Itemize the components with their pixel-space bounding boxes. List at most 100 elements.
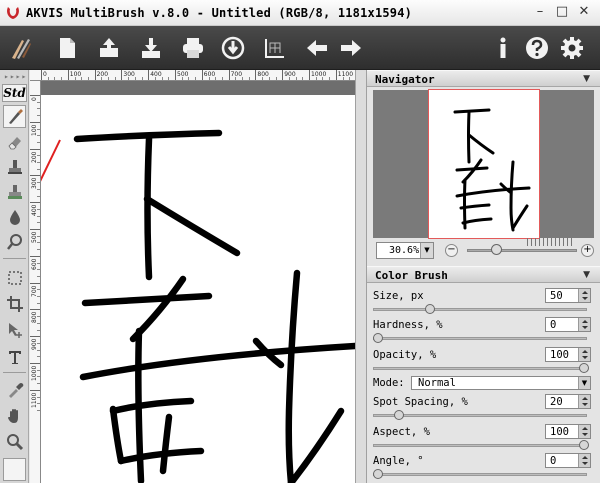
mode-value: Normal xyxy=(418,377,456,389)
angle-slider-thumb[interactable] xyxy=(373,469,383,479)
panel-splitter[interactable] xyxy=(355,70,367,483)
info-icon[interactable] xyxy=(488,33,518,63)
color-brush-header[interactable]: Color Brush ▼ xyxy=(367,266,600,283)
spinner-icon[interactable] xyxy=(578,395,590,408)
share-icon[interactable] xyxy=(218,33,248,63)
mode-select[interactable]: Normal ▼ xyxy=(411,376,591,390)
navigator-header[interactable]: Navigator ▼ xyxy=(367,70,600,87)
aspect-slider[interactable] xyxy=(373,444,587,447)
size-field[interactable]: 50 xyxy=(545,288,591,303)
spinner-icon[interactable] xyxy=(578,348,590,361)
aspect-slider-thumb[interactable] xyxy=(579,440,589,450)
smudge-tool-icon[interactable] xyxy=(3,180,26,203)
ruler-tick xyxy=(30,229,40,230)
ruler-label: 800 xyxy=(257,71,269,78)
aspect-row: Aspect, % 100 xyxy=(373,424,595,452)
spot-spacing-slider[interactable] xyxy=(373,414,587,417)
aspect-field[interactable]: 100 xyxy=(545,424,591,439)
navigator-view-frame[interactable] xyxy=(428,89,540,239)
ruler-label: 1000 xyxy=(311,71,327,78)
ruler-label: 0 xyxy=(43,71,47,78)
ruler-tick xyxy=(335,70,337,80)
ruler-tick xyxy=(30,336,40,338)
undo-arrow-icon[interactable] xyxy=(302,33,332,63)
eyedropper-icon[interactable] xyxy=(3,378,26,401)
opacity-slider[interactable] xyxy=(373,367,587,370)
ruler-label: 700 xyxy=(31,285,38,297)
help-icon[interactable] xyxy=(522,33,552,63)
opacity-field[interactable]: 100 xyxy=(545,347,591,362)
canvas-size-icon[interactable] xyxy=(260,33,290,63)
mode-row: Mode: Normal ▼ xyxy=(373,376,595,392)
ruler-tick xyxy=(255,70,257,80)
size-slider[interactable] xyxy=(373,308,587,311)
spot-spacing-field[interactable]: 20 xyxy=(545,394,591,409)
aspect-label: Aspect, % xyxy=(373,426,430,438)
ruler-label: 900 xyxy=(31,338,38,351)
print-icon[interactable] xyxy=(178,33,208,63)
hardness-slider-thumb[interactable] xyxy=(373,333,383,343)
size-slider-thumb[interactable] xyxy=(424,304,435,314)
dropdown-arrow-icon[interactable]: ▼ xyxy=(578,377,590,389)
hardness-slider[interactable] xyxy=(373,337,587,340)
hand-tool-icon[interactable] xyxy=(3,404,26,427)
std-mode-button[interactable]: Std xyxy=(2,84,27,102)
new-document-icon[interactable] xyxy=(52,33,82,63)
zoom-slider[interactable] xyxy=(467,249,577,252)
blur-drop-tool-icon[interactable] xyxy=(3,205,26,228)
open-file-icon[interactable] xyxy=(94,33,124,63)
ruler-tick xyxy=(94,70,96,80)
magnifier-brush-icon[interactable] xyxy=(3,230,26,253)
angle-field[interactable]: 0 xyxy=(545,453,591,468)
eraser-tool-icon[interactable] xyxy=(3,130,26,153)
spinner-icon[interactable] xyxy=(578,454,590,467)
settings-gear-icon[interactable] xyxy=(557,33,587,63)
image-canvas[interactable] xyxy=(41,81,355,483)
brush-tool-icon[interactable] xyxy=(3,105,26,128)
spinner-icon[interactable] xyxy=(578,289,590,302)
dropdown-arrow-icon[interactable]: ▼ xyxy=(420,243,433,258)
move-tool-icon[interactable] xyxy=(3,318,26,341)
aspect-value: 100 xyxy=(550,426,569,438)
spot-spacing-slider-thumb[interactable] xyxy=(393,410,404,420)
zoom-slider-thumb[interactable] xyxy=(491,244,502,255)
selection-rect-icon[interactable] xyxy=(3,266,26,289)
hardness-field[interactable]: 0 xyxy=(545,317,591,332)
zoom-tool-icon[interactable] xyxy=(3,430,26,453)
text-tool-icon[interactable] xyxy=(3,345,26,368)
redo-arrow-icon[interactable] xyxy=(336,33,366,63)
save-file-icon[interactable] xyxy=(136,33,166,63)
spinner-icon[interactable] xyxy=(578,425,590,438)
right-panel: Navigator ▼ 30.6% ▼ − + Color Brush ▼ Si… xyxy=(367,70,600,483)
ruler-tick xyxy=(67,70,69,80)
ruler-tick xyxy=(30,363,40,364)
crop-tool-icon[interactable] xyxy=(3,292,26,315)
collapse-arrow-icon[interactable]: ▼ xyxy=(583,74,590,84)
size-label: Size, px xyxy=(373,290,424,302)
ruler-tick xyxy=(282,70,284,80)
stamp-tool-icon[interactable] xyxy=(3,155,26,178)
ruler-tick xyxy=(30,202,40,204)
tool-strip: ▸▸▸▸ Std xyxy=(0,70,29,483)
window-title: AKVIS MultiBrush v.8.0 - Untitled (RGB/8… xyxy=(26,6,413,20)
hardness-value: 0 xyxy=(550,319,557,331)
spinner-icon[interactable] xyxy=(578,318,590,331)
minimize-button[interactable]: – xyxy=(532,5,548,21)
ruler-label: 1100 xyxy=(31,392,38,408)
panel-grip[interactable]: ▸▸▸▸ xyxy=(4,72,27,81)
main-toolbar xyxy=(0,26,600,70)
opacity-slider-thumb[interactable] xyxy=(579,363,589,373)
color-swatch[interactable] xyxy=(3,458,26,481)
close-button[interactable]: ✕ xyxy=(576,5,592,21)
navigator-preview[interactable] xyxy=(373,89,594,239)
angle-slider[interactable] xyxy=(373,473,587,476)
spot-spacing-value: 20 xyxy=(550,396,563,408)
zoom-select[interactable]: 30.6% ▼ xyxy=(376,242,434,259)
akvis-logo-icon xyxy=(7,7,19,19)
ruler-tick xyxy=(30,389,40,391)
collapse-arrow-icon[interactable]: ▼ xyxy=(583,270,590,280)
maximize-button[interactable]: □ xyxy=(554,5,570,21)
ruler-label: 1000 xyxy=(31,365,38,381)
zoom-out-button[interactable]: − xyxy=(445,244,458,257)
zoom-in-button[interactable]: + xyxy=(581,244,594,257)
